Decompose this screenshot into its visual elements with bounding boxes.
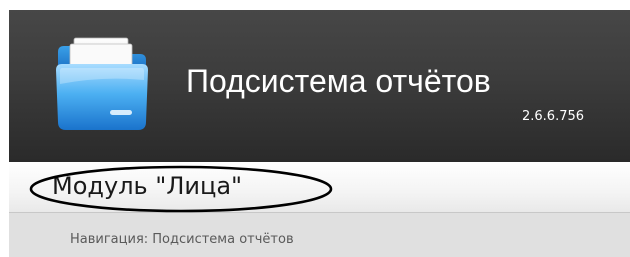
app-title: Подсистема отчётов [186,63,491,99]
app-version: 2.6.6.756 [522,109,585,124]
app-window: Подсистема отчётов 2.6.6.756 Модуль "Лиц… [0,0,630,257]
breadcrumb: Навигация: Подсистема отчётов [70,232,294,247]
module-title: Модуль "Лица" [52,172,243,200]
folder-icon [56,37,148,130]
